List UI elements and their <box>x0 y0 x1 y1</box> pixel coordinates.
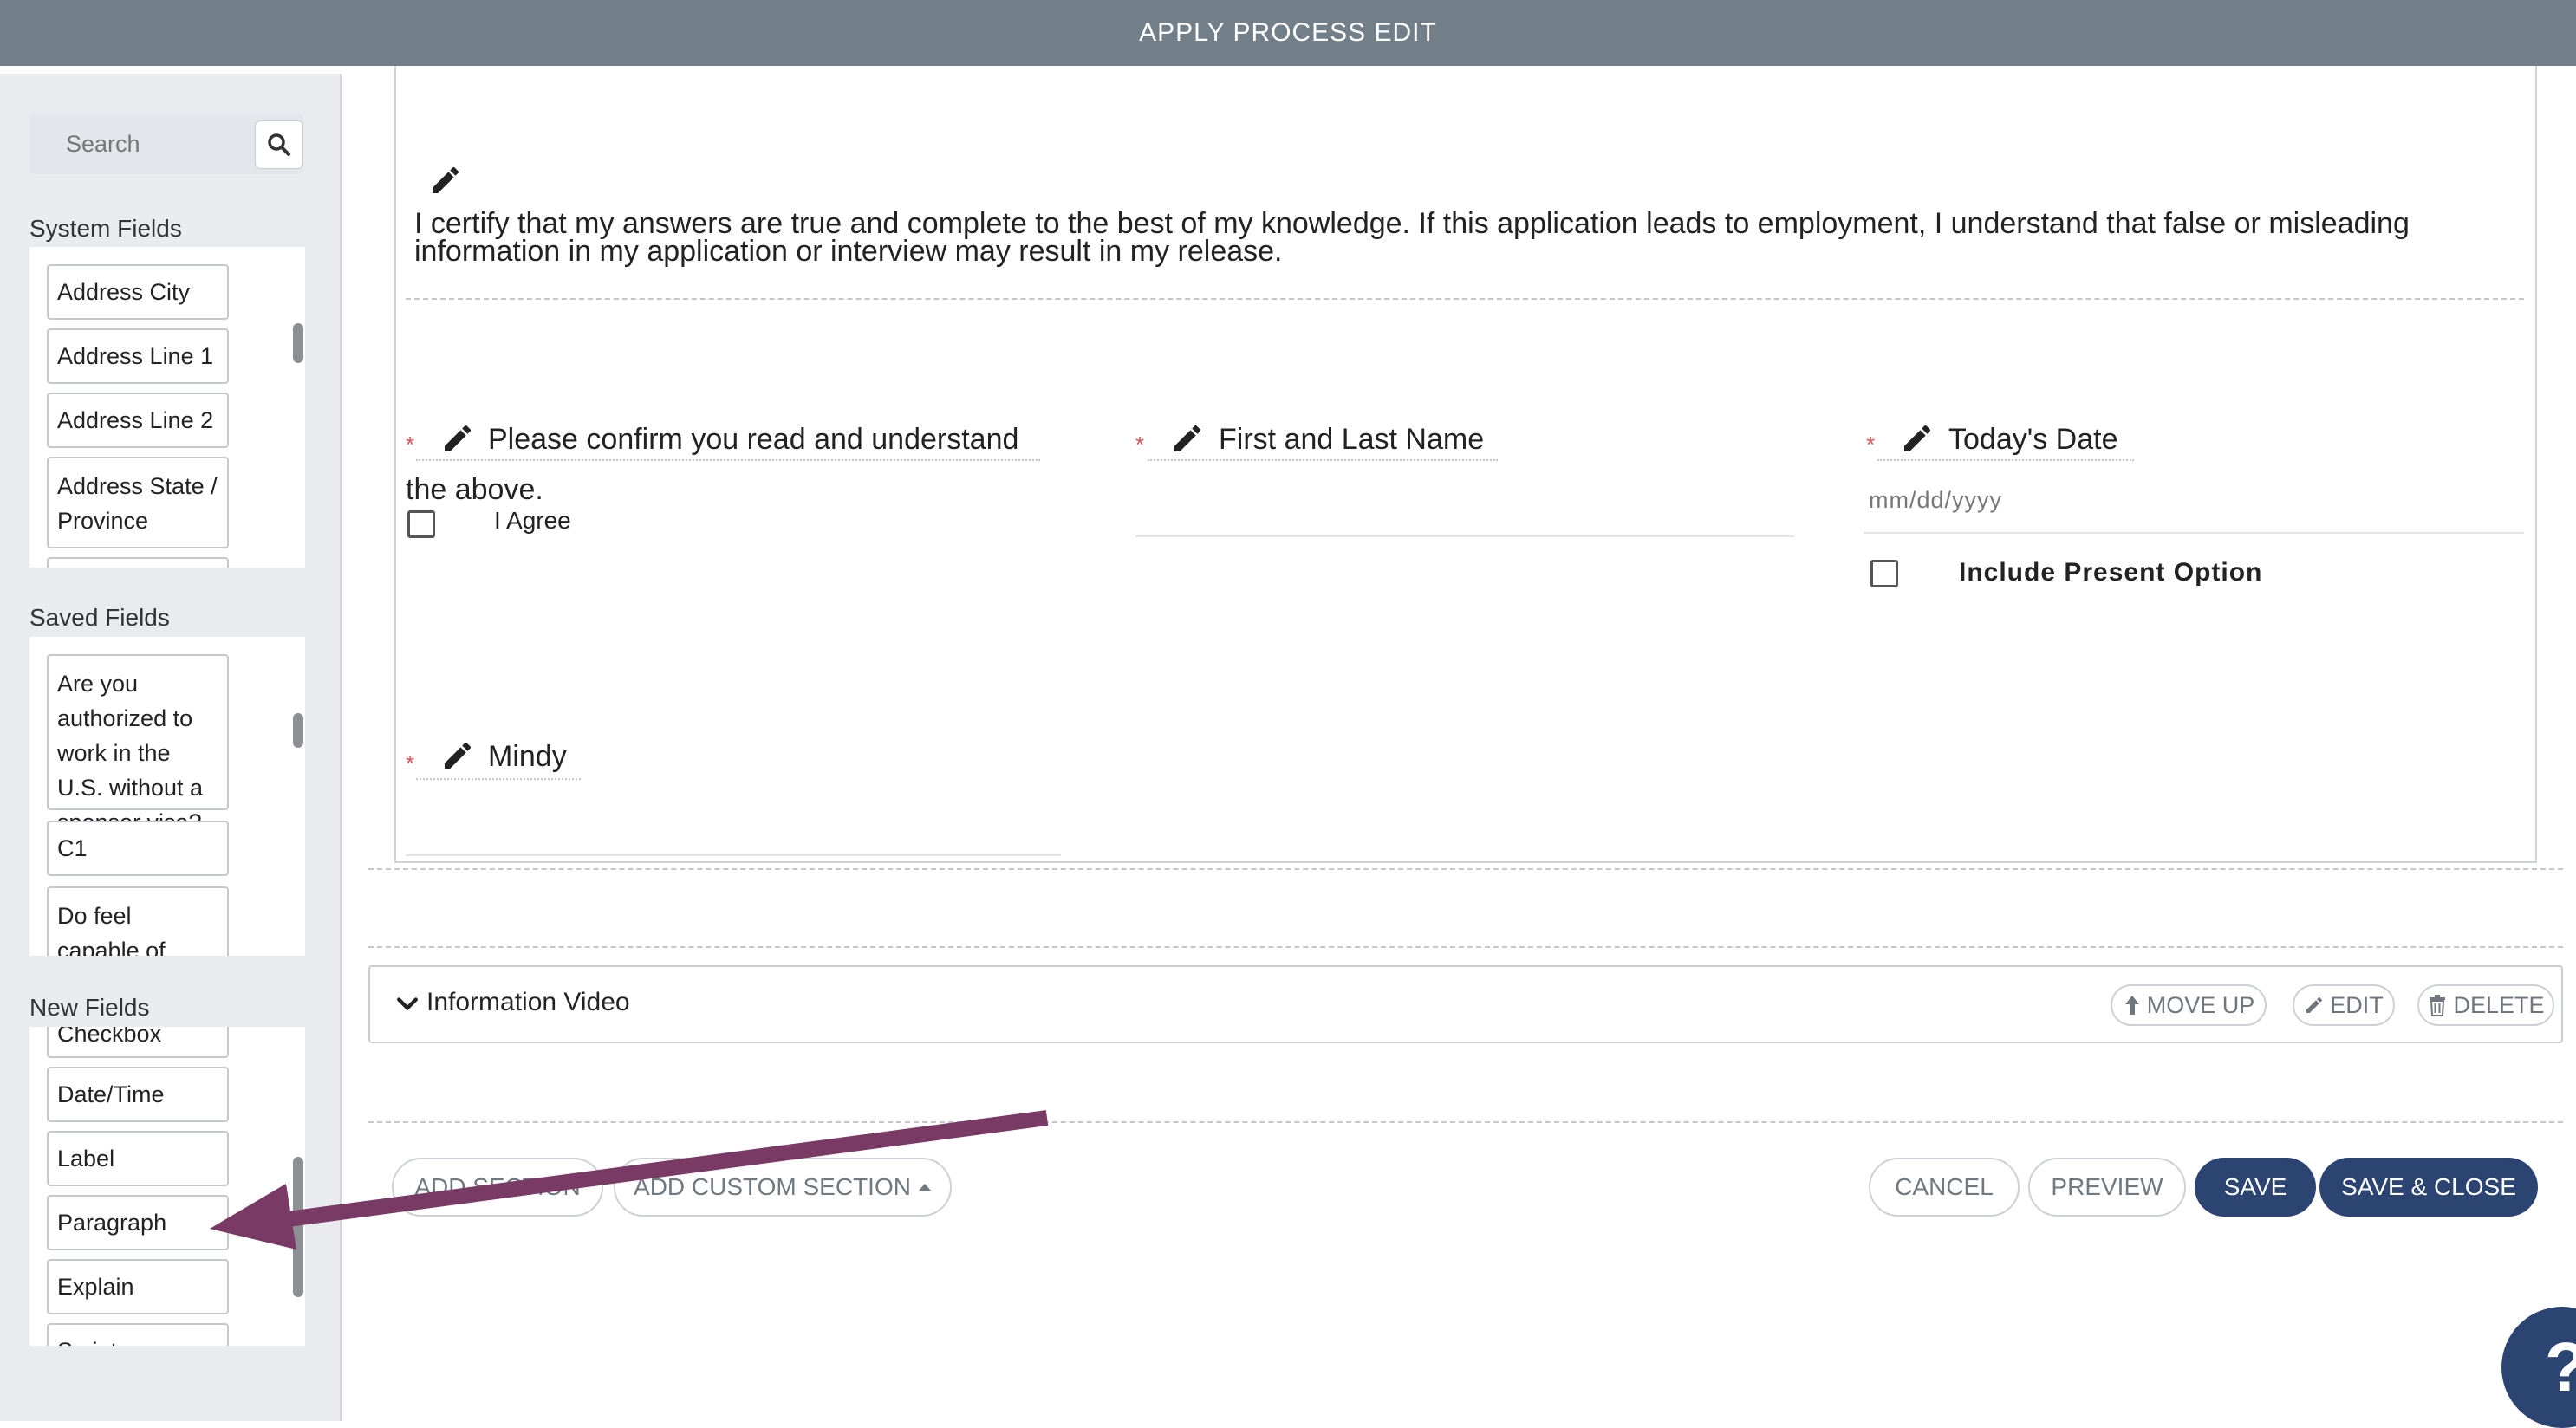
help-label: ? <box>2545 1327 2576 1407</box>
annotation-arrow <box>210 1110 1049 1250</box>
